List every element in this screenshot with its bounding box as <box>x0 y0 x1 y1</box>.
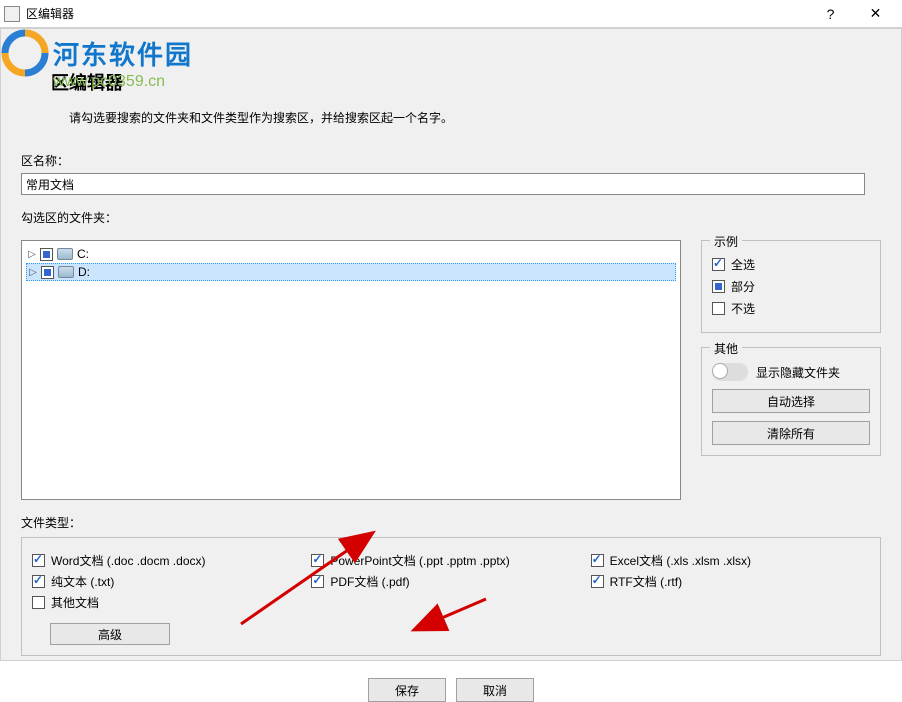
filetype-other[interactable]: 其他文档 <box>32 594 311 611</box>
app-icon <box>4 6 20 22</box>
example-partial: 部分 <box>712 278 870 295</box>
page-desc: 请勾选要搜索的文件夹和文件类型作为搜索区，并给搜索区起一个名字。 <box>69 109 881 126</box>
filetype-txt[interactable]: 纯文本 (.txt) <box>32 573 311 590</box>
zone-name-input[interactable] <box>21 173 865 195</box>
folders-label: 勾选区的文件夹： <box>21 209 881 226</box>
watermark-brand: 河东软件园 <box>53 35 193 72</box>
checkbox-icon <box>712 302 725 315</box>
dialog-content: 河东软件园 www.pc0359.cn 区编辑器 请勾选要搜索的文件夹和文件类型… <box>0 28 902 661</box>
checkbox[interactable] <box>32 554 45 567</box>
other-title: 其他 <box>710 340 742 357</box>
tree-label: D: <box>78 265 90 279</box>
example-group: 示例 全选 部分 不选 <box>701 240 881 333</box>
checkbox[interactable] <box>32 575 45 588</box>
checkbox[interactable] <box>591 575 604 588</box>
zone-name-label: 区名称： <box>21 152 881 169</box>
filetype-word[interactable]: Word文档 (.doc .docm .docx) <box>32 552 311 569</box>
advanced-button[interactable]: 高级 <box>50 623 170 645</box>
checkbox[interactable] <box>591 554 604 567</box>
drive-icon <box>58 266 74 278</box>
example-title: 示例 <box>710 233 742 250</box>
example-all: 全选 <box>712 256 870 273</box>
clear-all-button[interactable]: 清除所有 <box>712 421 870 445</box>
checkbox-icon <box>712 280 725 293</box>
checkbox[interactable] <box>311 554 324 567</box>
checkbox[interactable] <box>311 575 324 588</box>
other-group: 其他 显示隐藏文件夹 自动选择 清除所有 <box>701 347 881 456</box>
expand-icon[interactable]: ▷ <box>27 266 39 278</box>
folder-tree[interactable]: ▷ C: ▷ D: <box>21 240 681 500</box>
close-button[interactable]: ✕ <box>853 0 898 28</box>
help-button[interactable]: ? <box>808 0 853 28</box>
filetypes-box: Word文档 (.doc .docm .docx) 纯文本 (.txt) 其他文… <box>21 537 881 656</box>
tree-item-c[interactable]: ▷ C: <box>26 245 676 263</box>
titlebar: 区编辑器 ? ✕ <box>0 0 902 28</box>
filetype-excel[interactable]: Excel文档 (.xls .xlsm .xlsx) <box>591 552 870 569</box>
auto-select-button[interactable]: 自动选择 <box>712 389 870 413</box>
filetypes-label: 文件类型： <box>21 514 881 531</box>
window-title: 区编辑器 <box>26 5 808 22</box>
checkbox-icon <box>712 258 725 271</box>
tree-checkbox[interactable] <box>41 266 54 279</box>
example-none: 不选 <box>712 300 870 317</box>
show-hidden-toggle[interactable]: 显示隐藏文件夹 <box>712 363 870 381</box>
tree-checkbox[interactable] <box>40 248 53 261</box>
tree-item-d[interactable]: ▷ D: <box>26 263 676 281</box>
filetype-ppt[interactable]: PowerPoint文档 (.ppt .pptm .pptx) <box>311 552 590 569</box>
filetype-pdf[interactable]: PDF文档 (.pdf) <box>311 573 590 590</box>
toggle-switch[interactable] <box>712 363 748 381</box>
page-title: 区编辑器 <box>51 69 881 95</box>
save-button[interactable]: 保存 <box>368 678 446 702</box>
cancel-button[interactable]: 取消 <box>456 678 534 702</box>
drive-icon <box>57 248 73 260</box>
tree-label: C: <box>77 247 89 261</box>
expand-icon[interactable]: ▷ <box>26 248 38 260</box>
filetype-rtf[interactable]: RTF文档 (.rtf) <box>591 573 870 590</box>
checkbox[interactable] <box>32 596 45 609</box>
